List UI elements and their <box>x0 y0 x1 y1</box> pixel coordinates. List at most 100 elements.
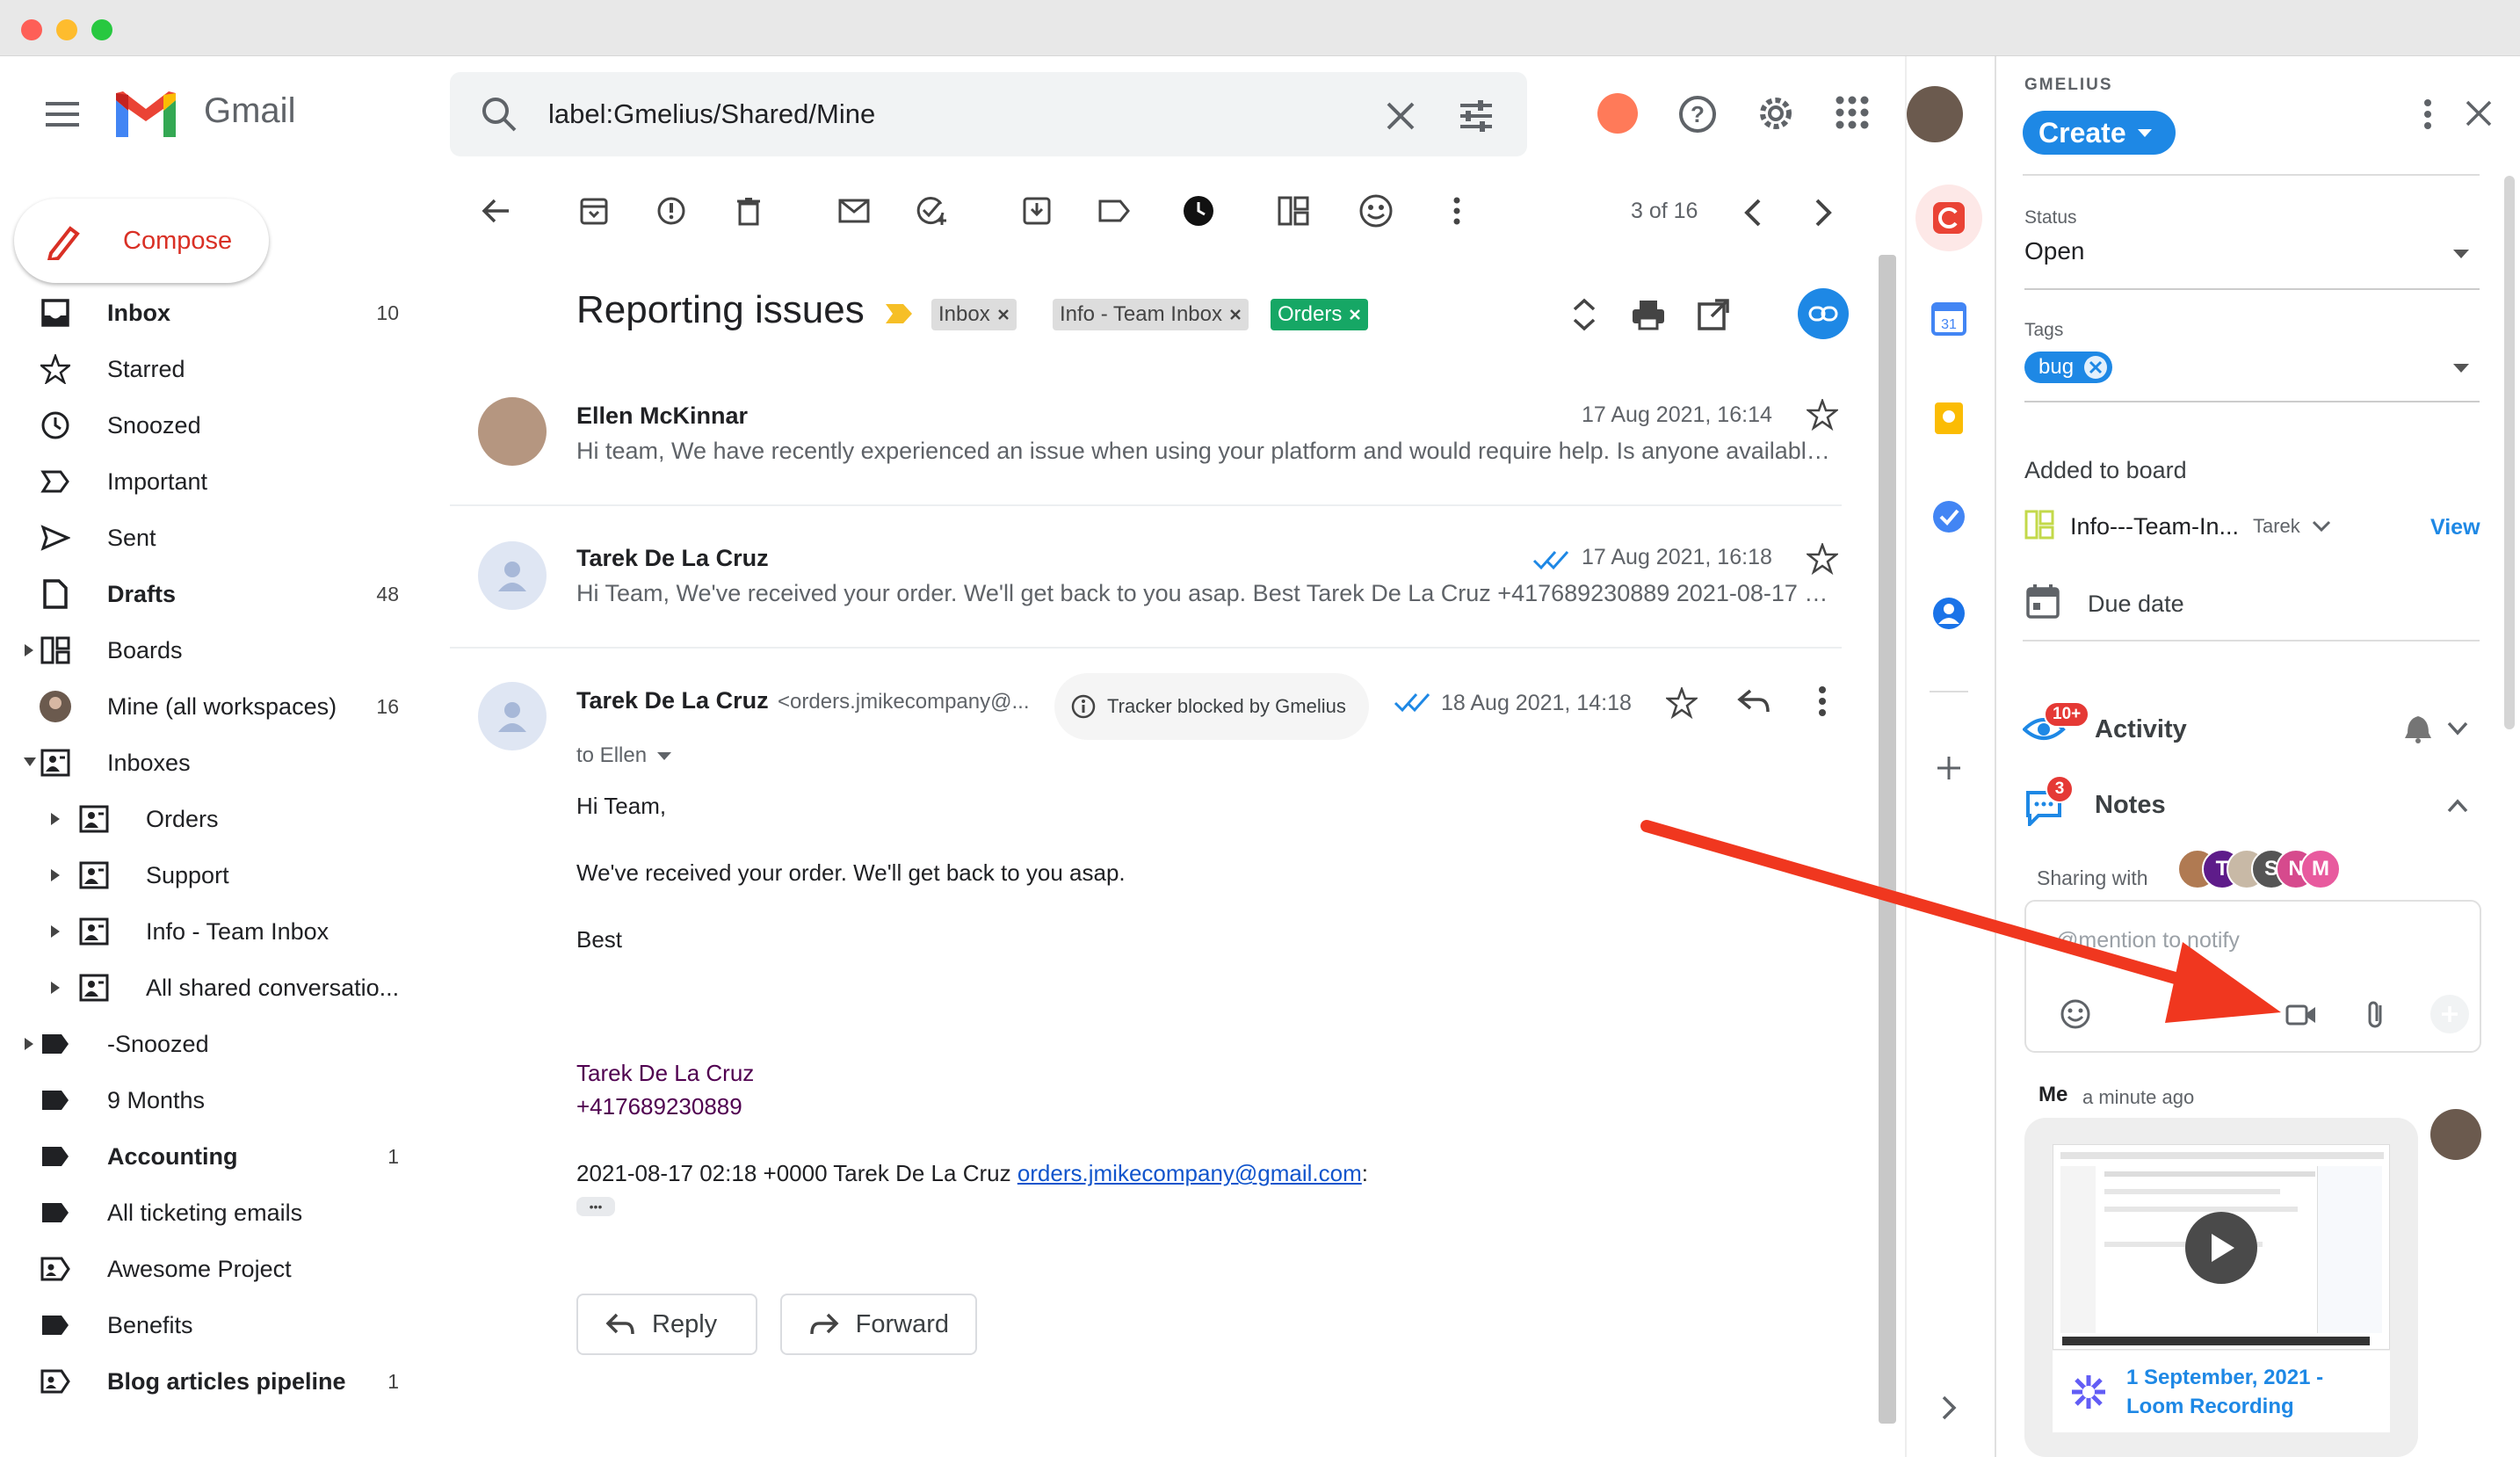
expand-caret-right-icon[interactable] <box>23 1037 35 1051</box>
more-options-icon[interactable] <box>1817 685 1828 717</box>
nav-item[interactable]: Inboxes <box>24 738 413 787</box>
expand-caret-down-icon[interactable] <box>23 756 37 768</box>
gmelius-addon-button[interactable] <box>1915 185 1982 251</box>
message-snippet[interactable]: Hi team, We have recently experienced an… <box>576 438 1838 465</box>
nav-item[interactable]: Drafts 48 <box>35 569 413 619</box>
minimize-window-button[interactable] <box>56 19 77 40</box>
close-window-button[interactable] <box>21 19 42 40</box>
star-icon[interactable] <box>1807 399 1838 431</box>
label-chip[interactable]: Info - Team Inbox <box>1053 299 1249 330</box>
panel-scrollbar[interactable] <box>2504 176 2515 729</box>
loom-video-thumbnail[interactable] <box>2053 1144 2390 1350</box>
calendar-addon-icon[interactable]: 31 <box>1930 299 1968 337</box>
loom-link-card[interactable]: 1 September, 2021 - Loom Recording <box>2053 1350 2390 1432</box>
nav-item[interactable]: Inbox 10 <box>35 288 413 337</box>
nav-item[interactable]: Blog articles pipeline 1 <box>35 1357 413 1406</box>
loom-title[interactable]: 1 September, 2021 - Loom Recording <box>2126 1363 2381 1421</box>
quote-email-link[interactable]: orders.jmikecompany@gmail.com <box>1017 1160 1362 1186</box>
nav-item[interactable]: Starred <box>35 344 413 394</box>
nav-item[interactable]: Support <box>51 851 452 900</box>
expand-caret-right-icon[interactable] <box>49 812 62 826</box>
main-menu-icon[interactable] <box>44 98 83 130</box>
search-input[interactable]: label:Gmelius/Shared/Mine <box>548 98 875 130</box>
activity-label[interactable]: Activity <box>2095 715 2187 744</box>
label-chip[interactable]: Inbox <box>931 299 1017 330</box>
star-icon[interactable] <box>1807 543 1838 575</box>
delete-icon[interactable] <box>728 190 770 232</box>
bell-icon[interactable] <box>2404 714 2432 743</box>
play-button[interactable] <box>2185 1212 2257 1284</box>
get-addons-plus-icon[interactable] <box>1930 749 1968 787</box>
nav-item[interactable]: Boards <box>25 626 413 675</box>
message-sender[interactable]: Tarek De La Cruz <box>576 545 769 572</box>
expand-all-icon[interactable] <box>1569 297 1599 332</box>
board-view-link[interactable]: View <box>2430 515 2480 540</box>
panel-more-icon[interactable] <box>2423 98 2432 130</box>
add-task-icon[interactable] <box>910 190 952 232</box>
attachment-icon[interactable] <box>2365 998 2386 1032</box>
nav-item[interactable]: Benefits <box>35 1301 413 1350</box>
reply-arrow-icon[interactable] <box>1736 685 1771 717</box>
nav-item[interactable]: Orders <box>51 794 452 844</box>
recipients-toggle[interactable]: to Ellen <box>576 743 673 768</box>
nav-item[interactable]: Awesome Project <box>35 1244 413 1294</box>
templates-icon[interactable] <box>1355 190 1397 232</box>
expand-caret-right-icon[interactable] <box>23 643 35 657</box>
keep-addon-icon[interactable] <box>1930 399 1968 438</box>
remove-label-icon[interactable] <box>1229 308 1242 321</box>
search-icon[interactable] <box>480 95 518 134</box>
settings-gear-icon[interactable] <box>1756 93 1796 134</box>
mark-unread-icon[interactable] <box>833 190 875 232</box>
nav-item[interactable]: Sent <box>35 513 413 562</box>
open-new-window-icon[interactable] <box>1696 297 1731 332</box>
sharing-avatar[interactable]: M <box>2300 849 2341 889</box>
chevron-down-icon[interactable] <box>2446 721 2469 736</box>
message-sender[interactable]: Ellen McKinnar <box>576 402 748 430</box>
nav-item[interactable]: Accounting 1 <box>35 1132 413 1181</box>
forward-button[interactable]: Forward <box>780 1294 977 1355</box>
nav-item[interactable]: Important <box>35 457 413 506</box>
nav-item[interactable]: All ticketing emails <box>35 1188 413 1237</box>
tracker-blocked-badge[interactable]: Tracker blocked by Gmelius <box>1054 673 1369 740</box>
tags-select[interactable]: bug <box>2024 352 2480 402</box>
status-select[interactable]: Open <box>2024 237 2480 290</box>
account-avatar[interactable] <box>1907 86 1963 142</box>
label-as-icon[interactable] <box>1093 190 1135 232</box>
remove-tag-icon[interactable] <box>2082 354 2109 381</box>
expand-caret-right-icon[interactable] <box>49 868 62 882</box>
expand-caret-right-icon[interactable] <box>49 924 62 939</box>
tag-chip[interactable]: bug <box>2024 352 2113 383</box>
nav-item[interactable]: Mine (all workspaces) 16 <box>35 682 413 731</box>
nav-item[interactable]: 9 Months <box>35 1076 413 1125</box>
label-chip[interactable]: Orders <box>1271 299 1369 330</box>
newer-chevron-icon[interactable] <box>1740 195 1766 230</box>
snooze-clock-icon[interactable] <box>1177 190 1220 232</box>
more-vert-icon[interactable] <box>1436 190 1478 232</box>
apps-grid-icon[interactable] <box>1835 95 1870 130</box>
remove-label-icon[interactable] <box>1349 308 1361 321</box>
message-sender[interactable]: Tarek De La Cruz <box>576 687 769 714</box>
due-date-field[interactable]: Due date <box>2088 591 2184 618</box>
create-dropdown-button[interactable]: Create <box>2023 111 2176 155</box>
help-icon[interactable]: ? <box>1678 95 1717 134</box>
clear-search-icon[interactable] <box>1383 98 1418 134</box>
nav-item[interactable]: Snoozed <box>35 401 413 450</box>
board-owner-dropdown[interactable]: Tarek <box>2253 515 2332 538</box>
print-icon[interactable] <box>1631 297 1666 332</box>
search-options-icon[interactable] <box>1457 97 1495 135</box>
back-arrow-icon[interactable] <box>474 190 517 232</box>
show-trimmed-button[interactable]: ••• <box>576 1197 615 1216</box>
panel-close-icon[interactable] <box>2464 98 2494 128</box>
share-link-button[interactable] <box>1798 288 1849 339</box>
report-spam-icon[interactable] <box>650 190 692 232</box>
nav-item[interactable]: -Snoozed <box>25 1019 413 1069</box>
remove-label-icon[interactable] <box>997 308 1010 321</box>
zoom-window-button[interactable] <box>91 19 112 40</box>
contacts-addon-icon[interactable] <box>1930 594 1968 633</box>
reply-button[interactable]: Reply <box>576 1294 757 1355</box>
archive-icon[interactable] <box>573 190 615 232</box>
gmail-logo-icon[interactable] <box>112 88 179 141</box>
star-icon[interactable] <box>1666 687 1698 719</box>
nav-item[interactable]: All shared conversatio... <box>51 963 452 1012</box>
message-snippet[interactable]: Hi Team, We've received your order. We'l… <box>576 580 1838 607</box>
